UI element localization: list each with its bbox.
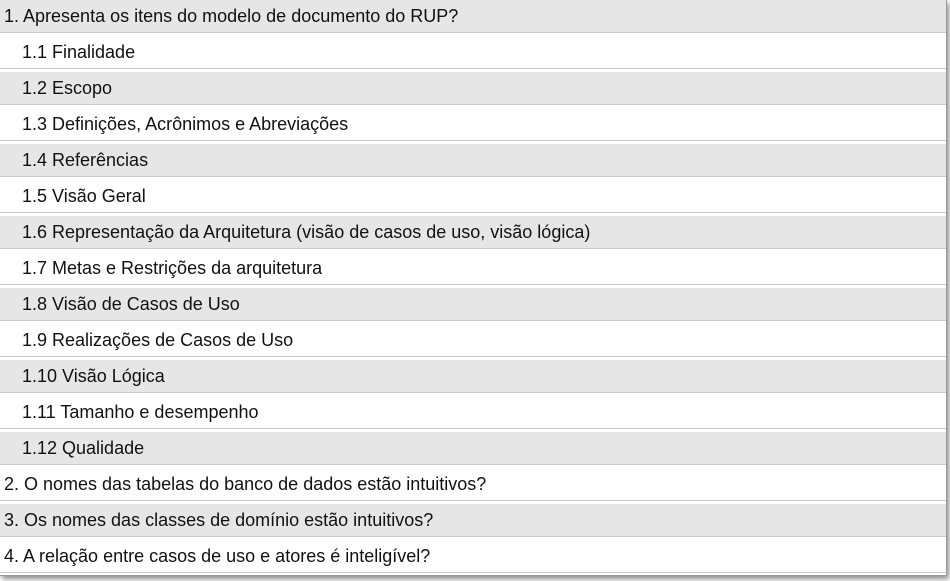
checklist-row: 1.9 Realizações de Casos de Uso [0,324,946,357]
checklist-row: 1.11 Tamanho e desempenho [0,396,946,429]
checklist-row: 1.6 Representação da Arquitetura (visão … [0,216,946,249]
checklist-row: 1. Apresenta os itens do modelo de docum… [0,0,946,33]
checklist-table: 1. Apresenta os itens do modelo de docum… [0,0,947,576]
checklist-row: 1.3 Definições, Acrônimos e Abreviações [0,108,946,141]
checklist-row: 4. A relação entre casos de uso e atores… [0,540,946,573]
checklist-row: 1.7 Metas e Restrições da arquitetura [0,252,946,285]
checklist-row: 2. O nomes das tabelas do banco de dados… [0,468,946,501]
checklist-row: 1.1 Finalidade [0,36,946,69]
checklist-row: 1.2 Escopo [0,72,946,105]
checklist-row: 1.8 Visão de Casos de Uso [0,288,946,321]
checklist-row: 1.12 Qualidade [0,432,946,465]
checklist-row: 1.5 Visão Geral [0,180,946,213]
checklist-row: 1.10 Visão Lógica [0,360,946,393]
checklist-row: 3. Os nomes das classes de domínio estão… [0,504,946,537]
checklist-row: 1.4 Referências [0,144,946,177]
